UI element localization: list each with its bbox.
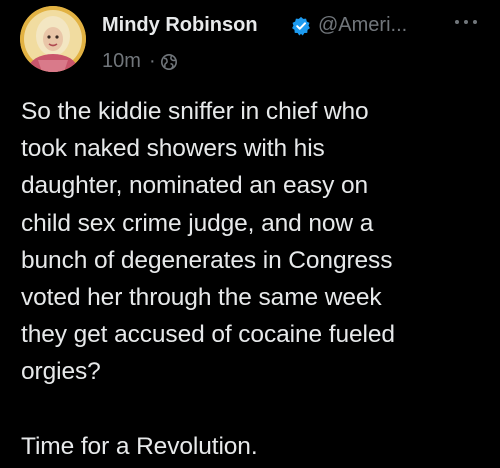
post-timestamp[interactable]: 10m: [102, 50, 141, 73]
author-display-name[interactable]: Mindy Robinson: [102, 14, 258, 37]
globe-icon: [161, 54, 177, 70]
avatar-image: [20, 6, 86, 72]
avatar[interactable]: [20, 6, 86, 72]
author-handle[interactable]: @Ameri...: [318, 14, 407, 37]
post-text: So the kiddie sniffer in chief who took …: [21, 98, 395, 460]
tweet: Mindy Robinson @Ameri... 10m · So the ki…: [0, 0, 500, 468]
verified-badge-icon: [292, 16, 310, 36]
meta-separator: ·: [149, 50, 156, 72]
more-options-icon[interactable]: [452, 14, 480, 30]
